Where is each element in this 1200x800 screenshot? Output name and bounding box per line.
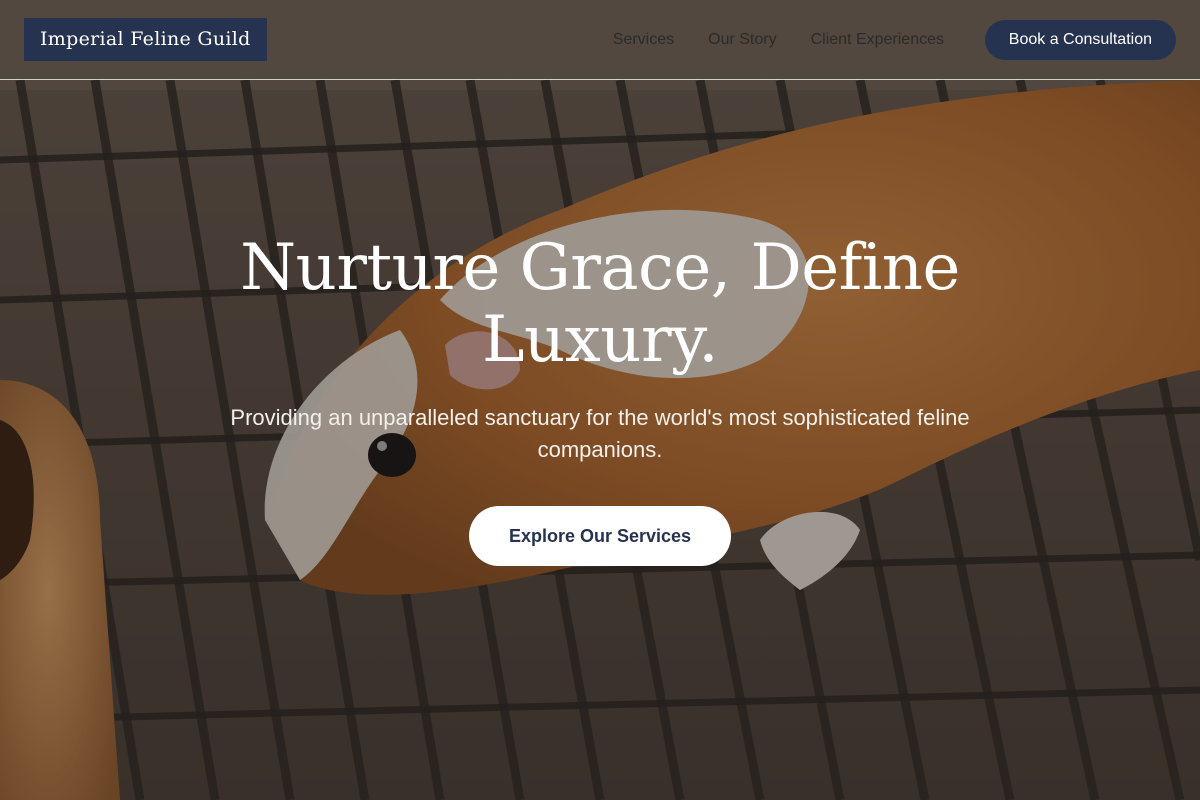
main-nav: Services Our Story Client Experiences	[613, 0, 944, 80]
site-header: Imperial Feline Guild Services Our Story…	[0, 0, 1200, 80]
nav-link-client-experiences[interactable]: Client Experiences	[811, 31, 944, 49]
hero-subtitle: Providing an unparalleled sanctuary for …	[230, 405, 970, 462]
brand-logo[interactable]: Imperial Feline Guild	[24, 18, 267, 61]
hero-content: Nurture Grace, Define Luxury. Providing …	[0, 232, 1200, 566]
nav-link-services[interactable]: Services	[613, 31, 674, 49]
hero-headline: Nurture Grace, Define Luxury.	[240, 231, 960, 377]
book-consultation-button[interactable]: Book a Consultation	[984, 20, 1176, 60]
explore-services-button[interactable]: Explore Our Services	[468, 506, 732, 566]
nav-link-our-story[interactable]: Our Story	[708, 31, 776, 49]
hero-section: Imperial Feline Guild Services Our Story…	[0, 0, 1200, 800]
